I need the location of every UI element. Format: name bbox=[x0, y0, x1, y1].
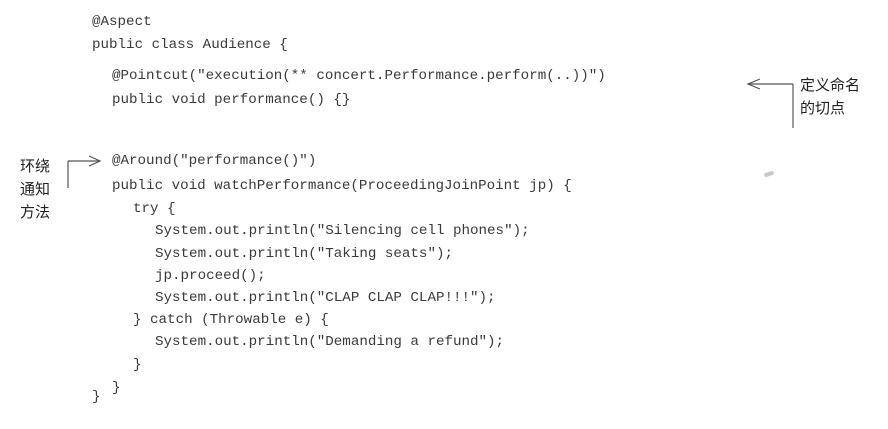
code-line: try { bbox=[133, 201, 176, 217]
around-annotation: 环绕 通知 方法 bbox=[20, 155, 62, 224]
code-line: System.out.println("Demanding a refund")… bbox=[155, 334, 505, 350]
code-line: } bbox=[133, 357, 142, 373]
code-line: } bbox=[112, 380, 121, 396]
code-line: @Around("performance()") bbox=[112, 153, 317, 169]
code-line: jp.proceed(); bbox=[155, 268, 266, 284]
code-line: System.out.println("CLAP CLAP CLAP!!!"); bbox=[155, 290, 496, 306]
annotation-line: 通知 bbox=[20, 180, 51, 198]
annotation-line: 定义命名 bbox=[800, 76, 861, 94]
annotation-line: 的切点 bbox=[800, 99, 846, 117]
code-line: public void watchPerformance(ProceedingJ… bbox=[112, 178, 572, 194]
code-listing: @Aspect public class Audience { @Pointcu… bbox=[0, 0, 888, 429]
code-line: @Pointcut("execution(** concert.Performa… bbox=[112, 68, 606, 84]
code-line: } bbox=[92, 389, 101, 405]
code-line: System.out.println("Taking seats"); bbox=[155, 246, 453, 262]
code-line: public class Audience { bbox=[92, 37, 288, 53]
annotation-line: 方法 bbox=[20, 203, 51, 221]
code-line: @Aspect bbox=[92, 14, 152, 30]
code-line: } catch (Throwable e) { bbox=[133, 312, 329, 328]
annotation-line: 环绕 bbox=[20, 157, 51, 175]
code-line: public void performance() {} bbox=[112, 92, 351, 108]
code-line: System.out.println("Silencing cell phone… bbox=[155, 223, 530, 239]
pointcut-annotation: 定义命名 的切点 bbox=[800, 74, 860, 120]
